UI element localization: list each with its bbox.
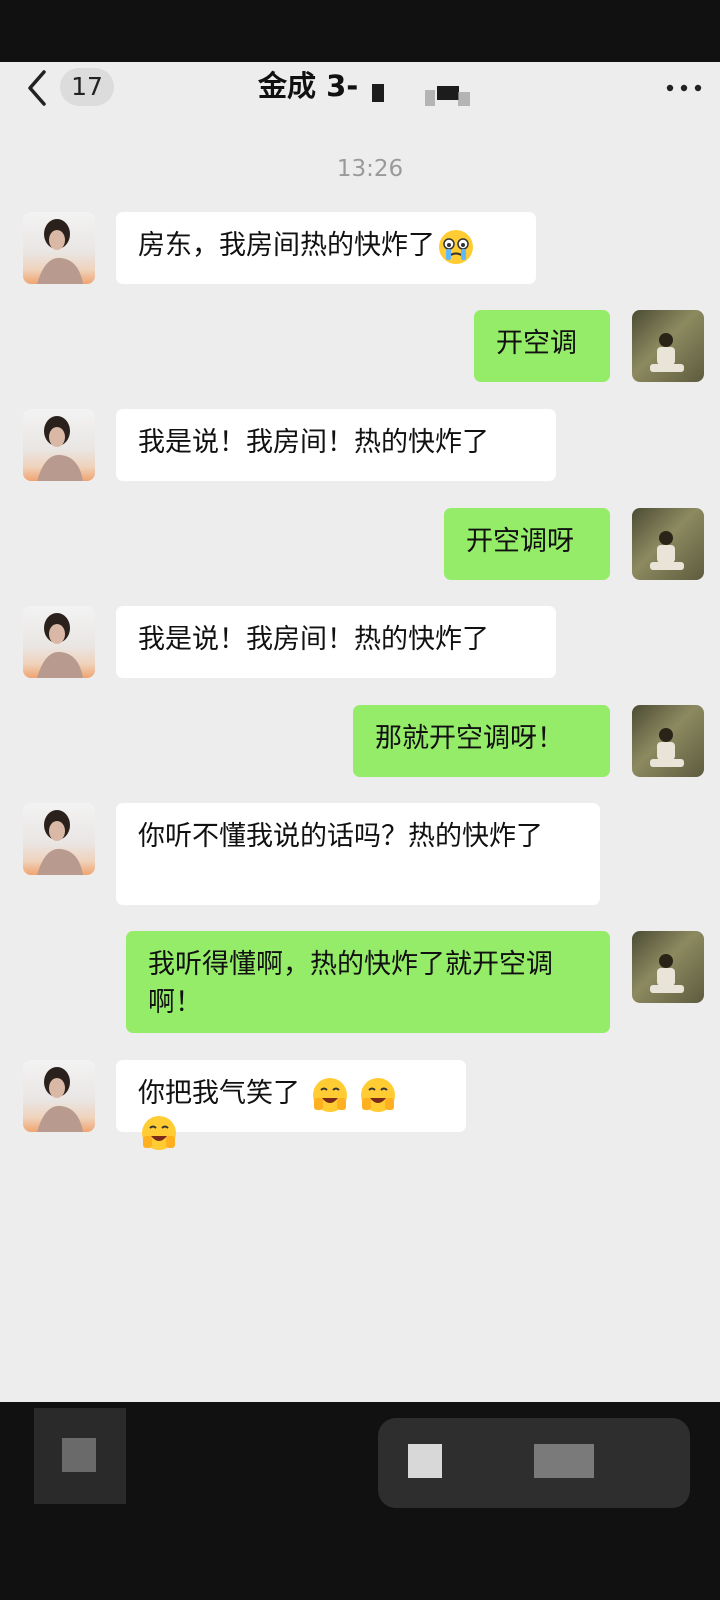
person-silhouette-icon	[650, 954, 684, 993]
person-silhouette-icon	[37, 416, 83, 481]
redaction-block	[437, 86, 459, 100]
redaction-block	[62, 1438, 96, 1472]
redaction-block	[425, 90, 435, 106]
my-avatar[interactable]	[632, 931, 704, 1003]
message-text: 开空调呀	[466, 526, 574, 557]
contact-avatar[interactable]	[23, 1060, 95, 1132]
message-text: 我是说！我房间！热的快炸了	[138, 427, 489, 458]
message-bubble-received[interactable]: 我是说！我房间！热的快炸了	[116, 409, 556, 481]
redaction-block	[408, 1444, 442, 1478]
chat-screen: 17 金成 3- 13:26 房东，我房间热的快炸了 开空调 我是说！我房间！热…	[0, 62, 720, 1402]
redaction-block	[458, 92, 470, 106]
timestamp: 13:26	[336, 156, 404, 182]
laughing-crying-emoji-icon	[361, 1077, 396, 1112]
contact-avatar[interactable]	[23, 409, 95, 481]
chat-header: 17 金成 3-	[0, 62, 720, 110]
unread-count-badge[interactable]: 17	[60, 68, 114, 106]
redaction-block	[534, 1444, 594, 1478]
message-text: 我是说！我房间！热的快炸了	[138, 624, 489, 655]
message-text: 开空调	[496, 328, 577, 359]
chevron-left-icon[interactable]	[24, 68, 52, 108]
message-bubble-received[interactable]: 房东，我房间热的快炸了	[116, 212, 536, 284]
my-avatar[interactable]	[632, 508, 704, 580]
laughing-crying-emoji-icon	[142, 1116, 176, 1150]
redaction-block	[372, 84, 384, 102]
my-avatar[interactable]	[632, 705, 704, 777]
message-bubble-sent[interactable]: 开空调	[474, 310, 610, 382]
message-text: 你听不懂我说的话吗？热的快炸了	[138, 821, 543, 852]
message-bubble-sent[interactable]: 我听得懂啊，热的快炸了就开空调啊！	[126, 931, 610, 1033]
contact-avatar[interactable]	[23, 212, 95, 284]
laughing-crying-emoji-icon	[312, 1077, 347, 1112]
person-silhouette-icon	[37, 219, 83, 284]
person-silhouette-icon	[650, 728, 684, 767]
contact-avatar[interactable]	[23, 803, 95, 875]
crying-face-emoji-icon	[439, 229, 473, 264]
bottom-redacted-area	[0, 1402, 720, 1600]
message-bubble-sent[interactable]: 那就开空调呀！	[353, 705, 610, 777]
person-silhouette-icon	[37, 1067, 83, 1132]
message-bubble-received[interactable]: 你听不懂我说的话吗？热的快炸了	[116, 803, 600, 905]
my-avatar[interactable]	[632, 310, 704, 382]
message-bubble-received[interactable]: 你把我气笑了	[116, 1060, 466, 1150]
message-text: 那就开空调呀！	[375, 723, 564, 754]
person-silhouette-icon	[650, 531, 684, 570]
person-silhouette-icon	[37, 810, 83, 875]
message-text: 房东，我房间热的快炸了	[138, 230, 435, 261]
message-bubble-received[interactable]: 我是说！我房间！热的快炸了	[116, 606, 556, 678]
person-silhouette-icon	[37, 613, 83, 678]
message-text: 你把我气笑了	[138, 1078, 300, 1109]
more-icon[interactable]	[664, 74, 704, 102]
message-text: 我听得懂啊，热的快炸了就开空调啊！	[148, 949, 553, 1018]
message-bubble-sent[interactable]: 开空调呀	[444, 508, 610, 580]
person-silhouette-icon	[650, 333, 684, 372]
chat-title: 金成 3-	[258, 69, 359, 103]
contact-avatar[interactable]	[23, 606, 95, 678]
